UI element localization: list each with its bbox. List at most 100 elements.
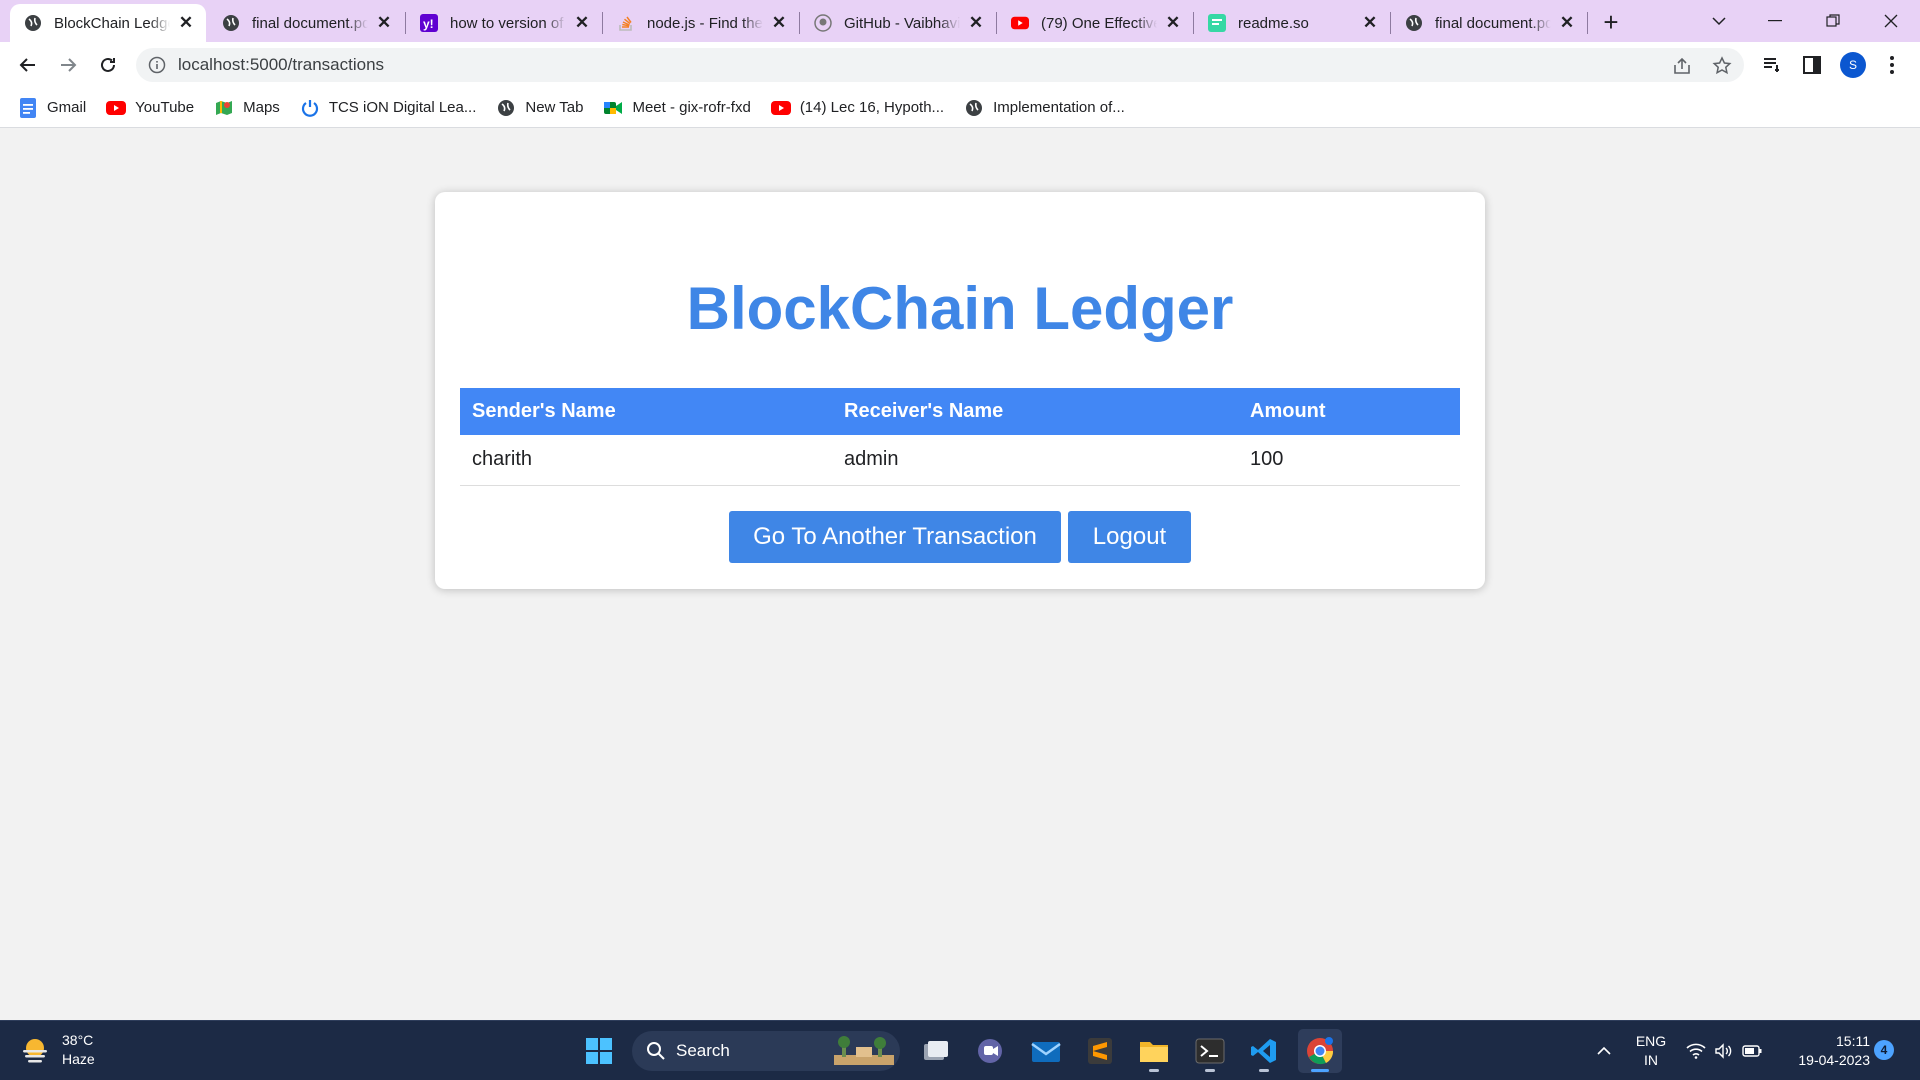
close-tab-icon[interactable]: ✕: [966, 13, 986, 33]
clock-time: 15:11: [1836, 1033, 1870, 1049]
notification-badge[interactable]: 4: [1874, 1040, 1894, 1060]
youtube-icon: [106, 99, 127, 117]
restore-button[interactable]: [1810, 0, 1856, 42]
bookmark-tcs-ion[interactable]: TCS iON Digital Lea...: [300, 99, 477, 117]
chrome-button[interactable]: [1298, 1029, 1342, 1073]
file-explorer-button[interactable]: [1132, 1029, 1176, 1073]
search-icon: [647, 1042, 665, 1060]
chat-icon: [978, 1039, 1002, 1063]
svg-text:y!: y!: [423, 17, 434, 31]
folder-icon: [1140, 1042, 1168, 1062]
close-tab-icon[interactable]: ✕: [374, 13, 394, 33]
reload-button[interactable]: [92, 49, 124, 81]
language-line2: IN: [1644, 1052, 1658, 1068]
bookmark-new-tab[interactable]: New Tab: [496, 99, 583, 117]
tab-title: final document.pdf: [252, 14, 368, 32]
maps-icon: [214, 99, 234, 117]
logout-button[interactable]: Logout: [1068, 511, 1191, 563]
tab-blockchain-ledger[interactable]: BlockChain Ledger ✕: [10, 4, 206, 42]
arrow-right-icon: [61, 58, 77, 72]
bookmark-star-icon[interactable]: [1712, 56, 1732, 76]
teams-chat-button[interactable]: [968, 1029, 1012, 1073]
sublime-text-button[interactable]: [1078, 1029, 1122, 1073]
globe-icon: [496, 99, 516, 117]
close-tab-icon[interactable]: ✕: [1360, 13, 1380, 33]
browser-toolbar: localhost:5000/transactions: [0, 42, 1920, 88]
sublime-text-icon: [1088, 1038, 1112, 1064]
cell-amount: 100: [1238, 435, 1460, 486]
forward-button[interactable]: [52, 49, 84, 81]
start-button[interactable]: [577, 1029, 621, 1073]
profile-avatar[interactable]: S: [1840, 52, 1866, 78]
go-to-another-transaction-button[interactable]: Go To Another Transaction: [729, 511, 1061, 563]
mail-app-button[interactable]: [1024, 1029, 1068, 1073]
tab-title: node.js - Find the: [647, 14, 763, 32]
bookmark-gmail[interactable]: Gmail: [18, 97, 86, 118]
tab-github[interactable]: GitHub - Vaibhavi ✕: [800, 4, 996, 42]
tab-youtube-video[interactable]: (79) One Effective ✕: [997, 4, 1193, 42]
system-tray-status[interactable]: [1684, 1021, 1764, 1080]
column-header-amount: Amount: [1238, 388, 1460, 435]
search-label: Search: [676, 1041, 730, 1060]
search-highlight-icon: [834, 1036, 894, 1065]
github-icon: [814, 14, 832, 32]
bookmark-label: Implementation of...: [993, 99, 1125, 116]
taskbar-search[interactable]: Search: [632, 1031, 900, 1071]
vscode-button[interactable]: [1242, 1029, 1286, 1073]
globe-icon: [1405, 14, 1423, 32]
weather-condition: Haze: [62, 1051, 95, 1067]
new-tab-button[interactable]: +: [1596, 7, 1626, 37]
close-tab-icon[interactable]: ✕: [1163, 13, 1183, 33]
tab-yahoo-search[interactable]: y! how to version of ✕: [406, 4, 602, 42]
bookmark-label: TCS iON Digital Lea...: [328, 99, 477, 116]
globe-icon: [24, 14, 42, 32]
close-tab-icon[interactable]: ✕: [176, 13, 196, 33]
bookmark-label: Meet - gix-rofr-fxd: [632, 99, 751, 116]
bookmark-implementation[interactable]: Implementation of...: [964, 99, 1125, 117]
bookmark-maps[interactable]: Maps: [214, 99, 280, 117]
task-view-button[interactable]: [914, 1029, 958, 1073]
globe-icon: [964, 99, 984, 117]
tab-search-icon[interactable]: [1696, 0, 1742, 42]
running-indicator: [1259, 1069, 1269, 1072]
tab-final-document-2[interactable]: final document.pdf ✕: [1391, 4, 1587, 42]
site-info-icon[interactable]: [148, 56, 166, 74]
back-button[interactable]: [12, 49, 44, 81]
share-icon[interactable]: [1672, 56, 1692, 76]
running-indicator: [1205, 1069, 1215, 1072]
bookmark-lecture[interactable]: (14) Lec 16, Hypoth...: [770, 99, 944, 117]
tab-title: (79) One Effective: [1041, 14, 1157, 32]
bookmark-meet[interactable]: Meet - gix-rofr-fxd: [603, 99, 751, 117]
language-indicator[interactable]: ENG IN: [1628, 1021, 1674, 1080]
bookmark-youtube[interactable]: YouTube: [106, 99, 194, 117]
show-hidden-icons-button[interactable]: [1590, 1021, 1618, 1080]
close-tab-icon[interactable]: ✕: [1557, 13, 1577, 33]
youtube-icon: [770, 99, 791, 117]
power-icon: [300, 99, 320, 117]
clock-date: 19-04-2023: [1798, 1052, 1870, 1068]
tab-stackoverflow[interactable]: node.js - Find the ✕: [603, 4, 799, 42]
clock[interactable]: 15:11 19-04-2023: [1774, 1021, 1870, 1080]
tab-title: how to version of: [450, 14, 564, 32]
tab-final-document[interactable]: final document.pdf ✕: [208, 4, 404, 42]
minimize-button[interactable]: [1752, 0, 1798, 42]
address-bar[interactable]: localhost:5000/transactions: [136, 48, 1744, 82]
close-tab-icon[interactable]: ✕: [572, 13, 592, 33]
tab-separator: [1587, 12, 1588, 34]
mail-icon: [1031, 1042, 1061, 1062]
tab-readme-so[interactable]: readme.so ✕: [1194, 4, 1390, 42]
reading-list-icon[interactable]: [1762, 55, 1782, 75]
browser-menu-icon[interactable]: [1882, 52, 1902, 78]
close-window-button[interactable]: [1868, 0, 1914, 42]
close-tab-icon[interactable]: ✕: [769, 13, 789, 33]
terminal-button[interactable]: [1188, 1029, 1232, 1073]
url-text[interactable]: localhost:5000/transactions: [178, 55, 384, 75]
weather-widget[interactable]: 38°C Haze: [20, 1031, 95, 1069]
arrow-left-icon: [19, 58, 35, 72]
side-panel-icon[interactable]: [1802, 55, 1822, 75]
vscode-icon: [1251, 1039, 1276, 1063]
language-line1: ENG: [1635, 1033, 1667, 1049]
bookmarks-bar: Gmail YouTube Maps TCS iON Digital Lea..…: [0, 88, 1920, 128]
battery-icon: [1742, 1045, 1762, 1057]
terminal-icon: [1195, 1038, 1225, 1064]
